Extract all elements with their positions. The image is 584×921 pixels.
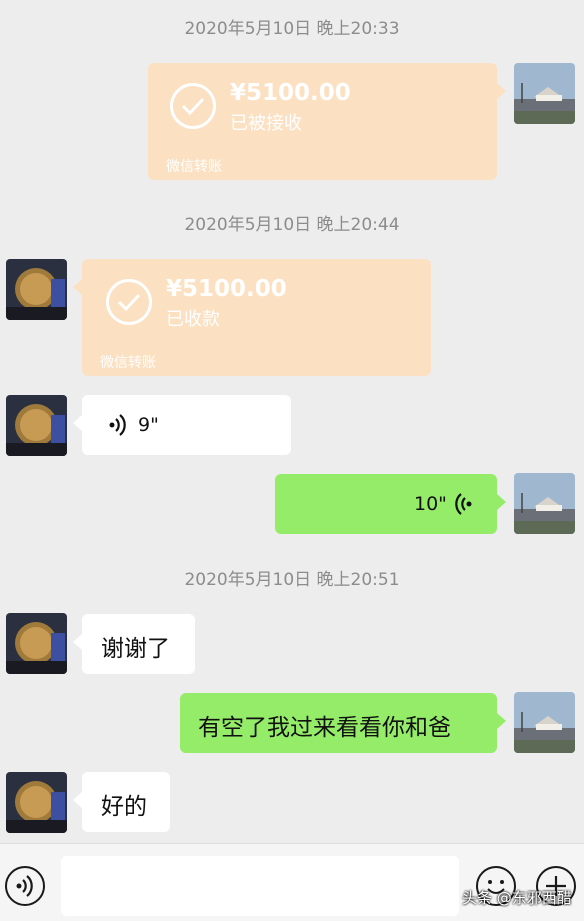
voice-icon	[108, 413, 128, 441]
message-text: 谢谢了	[101, 636, 170, 662]
message-text: 有空了我过来看看你和爸	[198, 715, 451, 741]
transfer-footer: 微信转账	[166, 159, 222, 175]
transfer-footer: 微信转账	[100, 355, 156, 371]
avatar-self[interactable]	[514, 692, 575, 753]
avatar-contact[interactable]	[6, 613, 67, 674]
timestamp: 2020年5月10日 晚上20:33	[184, 19, 400, 39]
avatar-contact[interactable]	[6, 259, 67, 320]
message-text: 好的	[101, 794, 147, 820]
voice-message-incoming[interactable]: 9"	[73, 395, 291, 455]
voice-icon	[16, 875, 33, 897]
transfer-status: 已收款	[166, 309, 220, 330]
voice-message-outgoing[interactable]: 10"	[275, 474, 506, 534]
transfer-amount: ¥5100.00	[166, 276, 287, 302]
transfer-sent-bubble[interactable]: ¥5100.00 已被接收 微信转账	[148, 63, 506, 180]
avatar-contact[interactable]	[6, 395, 67, 456]
avatar-contact[interactable]	[6, 772, 67, 833]
text-message-incoming[interactable]: 谢谢了	[73, 614, 195, 674]
check-icon	[170, 83, 216, 129]
check-icon	[106, 279, 152, 325]
text-message-incoming[interactable]: 好的	[73, 772, 170, 832]
voice-icon	[453, 492, 473, 520]
avatar-self[interactable]	[514, 473, 575, 534]
transfer-received-bubble[interactable]: ¥5100.00 已收款 微信转账	[73, 259, 431, 376]
voice-input-button[interactable]	[5, 866, 45, 906]
text-message-outgoing[interactable]: 有空了我过来看看你和爸	[180, 693, 506, 753]
avatar-self[interactable]	[514, 63, 575, 124]
timestamp: 2020年5月10日 晚上20:44	[184, 215, 400, 235]
message-input[interactable]	[61, 856, 459, 916]
voice-duration: 9"	[138, 414, 159, 436]
input-bar	[0, 843, 584, 921]
watermark: 头条 @东邪西醋	[462, 889, 572, 907]
transfer-amount: ¥5100.00	[230, 80, 351, 106]
transfer-status: 已被接收	[230, 113, 302, 134]
voice-duration: 10"	[414, 493, 447, 515]
timestamp: 2020年5月10日 晚上20:51	[184, 570, 400, 590]
